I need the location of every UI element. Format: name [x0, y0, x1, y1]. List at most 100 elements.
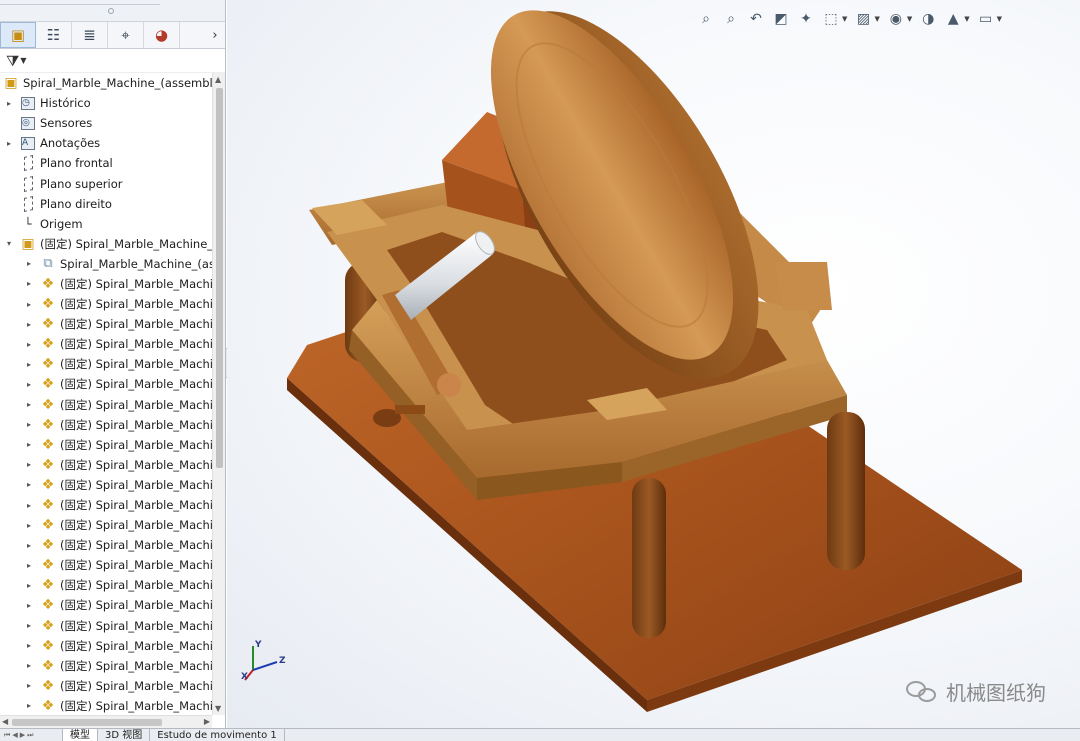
- dropdown-caret-icon[interactable]: ▼: [842, 15, 847, 23]
- dropdown-caret-icon[interactable]: ▼: [964, 15, 969, 23]
- hide-show-items-icon[interactable]: ◉: [885, 9, 907, 29]
- collapse-arrow-icon[interactable]: ▾: [4, 239, 14, 248]
- expand-arrow-icon[interactable]: ▸: [24, 360, 34, 369]
- tree-item[interactable]: ▸ ❖ (固定) Spiral_Marble_Machin: [0, 676, 212, 696]
- tree-item[interactable]: ▸ ❖ (固定) Spiral_Marble_Machin: [0, 455, 212, 475]
- tree-item[interactable]: ▸ A Anotações: [0, 133, 212, 153]
- graphics-area[interactable]: ⌕ ⌕ ↶ ◩ ✦ ⬚ ▼ ▨ ▼ ◉ ▼ ◑ ▲ ▼ ▭ ▼ Y Z X 机械图纸狗: [227, 0, 1080, 728]
- expand-arrow-icon[interactable]: ▸: [24, 581, 34, 590]
- propertymanager-tab[interactable]: ☷: [36, 22, 72, 48]
- filter-dropdown-caret-icon[interactable]: ▼: [20, 56, 26, 65]
- scroll-down-arrow-icon[interactable]: ▼: [215, 704, 221, 713]
- tree-item[interactable]: ▸ ❖ (固定) Spiral_Marble_Machin: [0, 575, 212, 595]
- bottom-tab-2[interactable]: Estudo de movimento 1: [150, 729, 285, 741]
- expand-arrow-icon[interactable]: ▸: [24, 601, 34, 610]
- expand-arrow-icon[interactable]: ▸: [24, 701, 34, 710]
- configurationmanager-tab[interactable]: ≣: [72, 22, 108, 48]
- dropdown-caret-icon[interactable]: ▼: [907, 15, 912, 23]
- filter-icon[interactable]: ⧩: [6, 52, 19, 70]
- tree-item[interactable]: ▸ ⧉ Spiral_Marble_Machine_(ass: [0, 254, 212, 274]
- scroll-right-arrow-icon[interactable]: ▶: [204, 717, 210, 726]
- scroll-thumb[interactable]: [216, 88, 223, 468]
- dimxpert-tab[interactable]: ⌖: [108, 22, 144, 48]
- tree-item[interactable]: ▸ ❖ (固定) Spiral_Marble_Machin: [0, 515, 212, 535]
- tree-item[interactable]: ▸ ❖ (固定) Spiral_Marble_Machin: [0, 415, 212, 435]
- expand-arrow-icon[interactable]: ▸: [24, 259, 34, 268]
- tree-item[interactable]: └ Origem: [0, 214, 212, 234]
- expand-arrow-icon[interactable]: ▸: [24, 420, 34, 429]
- featuremanager-tab[interactable]: ▣: [0, 22, 36, 48]
- expand-arrow-icon[interactable]: ▸: [24, 279, 34, 288]
- scroll-up-arrow-icon[interactable]: ▲: [215, 75, 221, 84]
- scroll-thumb-horizontal[interactable]: [12, 719, 162, 726]
- expand-arrow-icon[interactable]: ▸: [24, 621, 34, 630]
- expand-arrow-icon[interactable]: ▸: [24, 340, 34, 349]
- tree-item[interactable]: ▸ ❖ (固定) Spiral_Marble_Machin: [0, 535, 212, 555]
- bottom-tab-0[interactable]: 模型: [62, 729, 98, 741]
- tree-vertical-scrollbar[interactable]: ▲ ▼: [212, 73, 225, 715]
- dynamic-annotation-icon[interactable]: ✦: [795, 9, 817, 29]
- expand-arrow-icon[interactable]: ▸: [24, 661, 34, 670]
- display-style-icon[interactable]: ▨: [852, 9, 874, 29]
- expand-arrow-icon[interactable]: ▸: [24, 480, 34, 489]
- tree-item[interactable]: ▸ ❖ (固定) Spiral_Marble_Machin: [0, 475, 212, 495]
- expand-arrow-icon[interactable]: ▸: [4, 139, 14, 148]
- tree-item[interactable]: ▸ ❖ (固定) Spiral_Marble_Machin: [0, 696, 212, 715]
- previous-view-icon[interactable]: ↶: [745, 9, 767, 29]
- zoom-to-fit-icon[interactable]: ⌕: [695, 9, 717, 29]
- tree-item[interactable]: ▸ ❖ (固定) Spiral_Marble_Machin: [0, 495, 212, 515]
- section-view-icon[interactable]: ◩: [770, 9, 792, 29]
- tab-scroll-right-icon[interactable]: ›: [205, 28, 225, 43]
- expand-arrow-icon[interactable]: ▸: [24, 380, 34, 389]
- prev-tab-arrow-icon[interactable]: ◀: [12, 731, 17, 739]
- tree-item[interactable]: ▸ ❖ (固定) Spiral_Marble_Machin: [0, 435, 212, 455]
- apply-scene-icon[interactable]: ▲: [942, 9, 964, 29]
- expand-arrow-icon[interactable]: ▸: [24, 460, 34, 469]
- tree-item[interactable]: ▸ ❖ (固定) Spiral_Marble_Machin: [0, 274, 212, 294]
- tree-item[interactable]: ▸ ❖ (固定) Spiral_Marble_Machin: [0, 616, 212, 636]
- last-tab-arrow-icon[interactable]: ⏭: [27, 731, 33, 740]
- tree-item[interactable]: ▸ ❖ (固定) Spiral_Marble_Machin: [0, 656, 212, 676]
- dropdown-caret-icon[interactable]: ▼: [874, 15, 879, 23]
- tree-item[interactable]: ▸ ❖ (固定) Spiral_Marble_Machin: [0, 354, 212, 374]
- tree-item[interactable]: ▸ ❖ (固定) Spiral_Marble_Machin: [0, 395, 212, 415]
- view-orientation-icon[interactable]: ⬚: [820, 9, 842, 29]
- tree-item[interactable]: ▾ ▣ (固定) Spiral_Marble_Machine_(a: [0, 234, 212, 254]
- tree-item[interactable]: ◎ Sensores: [0, 113, 212, 133]
- tree-item[interactable]: ▸ ❖ (固定) Spiral_Marble_Machin: [0, 636, 212, 656]
- tree-item[interactable]: Plano superior: [0, 173, 212, 193]
- expand-arrow-icon[interactable]: ▸: [24, 440, 34, 449]
- bottom-tab-1[interactable]: 3D 视图: [98, 729, 151, 741]
- first-tab-arrow-icon[interactable]: ⏮: [4, 731, 10, 740]
- edit-appearance-icon[interactable]: ◑: [917, 9, 939, 29]
- expand-arrow-icon[interactable]: ▸: [4, 99, 14, 108]
- dropdown-caret-icon[interactable]: ▼: [997, 15, 1002, 23]
- next-tab-arrow-icon[interactable]: ▶: [20, 731, 25, 739]
- tree-item[interactable]: ▸ ❖ (固定) Spiral_Marble_Machin: [0, 555, 212, 575]
- scroll-left-arrow-icon[interactable]: ◀: [2, 717, 8, 726]
- tree-item[interactable]: ▸ ❖ (固定) Spiral_Marble_Machin: [0, 595, 212, 615]
- zoom-to-area-icon[interactable]: ⌕: [720, 9, 742, 29]
- expand-arrow-icon[interactable]: ▸: [24, 521, 34, 530]
- displaymanager-tab[interactable]: ◕: [144, 22, 180, 48]
- tree-item[interactable]: ▸ ❖ (固定) Spiral_Marble_Machin: [0, 334, 212, 354]
- tree-item[interactable]: ▸ ❖ (固定) Spiral_Marble_Machin: [0, 294, 212, 314]
- expand-arrow-icon[interactable]: ▸: [24, 400, 34, 409]
- tree-item[interactable]: ▸ ❖ (固定) Spiral_Marble_Machin: [0, 314, 212, 334]
- panel-grip[interactable]: [0, 0, 225, 22]
- expand-arrow-icon[interactable]: ▸: [24, 561, 34, 570]
- expand-arrow-icon[interactable]: ▸: [24, 300, 34, 309]
- expand-arrow-icon[interactable]: ▸: [24, 641, 34, 650]
- tree-item[interactable]: Plano direito: [0, 194, 212, 214]
- expand-arrow-icon[interactable]: ▸: [24, 501, 34, 510]
- panel-grip-dot[interactable]: [108, 8, 114, 14]
- tree-item[interactable]: Plano frontal: [0, 153, 212, 173]
- marble-machine-model[interactable]: [227, 0, 1080, 728]
- tree-root-item[interactable]: ▣ Spiral_Marble_Machine_(assembly): [0, 73, 212, 93]
- tree-horizontal-scrollbar[interactable]: ◀ ▶: [0, 715, 212, 728]
- tree-item[interactable]: ▸ ◷ Histórico: [0, 93, 212, 113]
- view-settings-icon[interactable]: ▭: [975, 9, 997, 29]
- expand-arrow-icon[interactable]: ▸: [24, 541, 34, 550]
- expand-arrow-icon[interactable]: ▸: [24, 320, 34, 329]
- tree-item[interactable]: ▸ ❖ (固定) Spiral_Marble_Machin: [0, 374, 212, 394]
